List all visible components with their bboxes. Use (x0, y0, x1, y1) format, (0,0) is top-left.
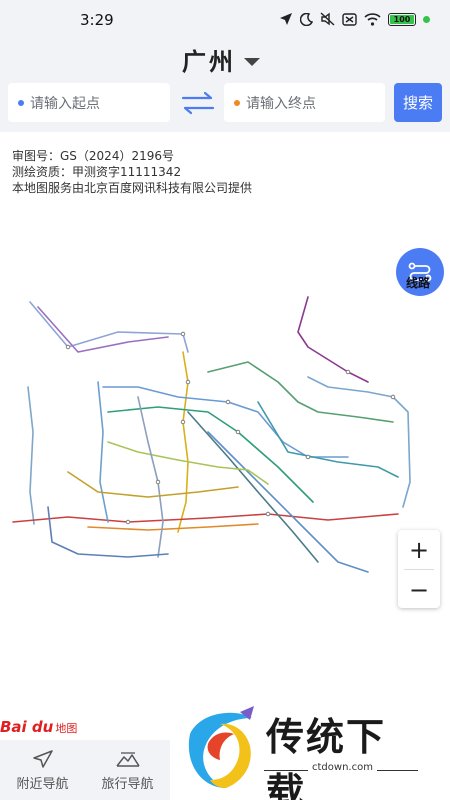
metro-line (102, 386, 349, 458)
zoom-in-button[interactable]: + (398, 530, 440, 569)
charging-dot-icon (423, 15, 430, 23)
baidu-map-text: 地图 (55, 722, 78, 735)
battery-icon: 100 (388, 12, 416, 26)
route-label: 线路 (406, 276, 431, 290)
end-dot-icon (234, 99, 240, 106)
metro-station (345, 369, 351, 375)
metro-line (107, 406, 314, 503)
city-selector[interactable]: 广州 (182, 42, 260, 77)
surveying-qualification: 测绘资质：甲测资字11111342 (12, 165, 182, 179)
zoom-control: + − (398, 530, 440, 608)
watermark-title: 传统下载 (266, 715, 387, 800)
watermark-logo-icon (188, 706, 254, 788)
metro-station (305, 454, 311, 460)
metro-station (185, 379, 191, 385)
map-approval-info: 审图号：GS（2024）2196号 测绘资质：甲测资字11111342 本地图服… (12, 148, 252, 196)
mountain-icon (115, 751, 140, 767)
metro-line (297, 296, 369, 383)
metro-line (29, 301, 189, 353)
metro-line (12, 513, 399, 523)
metro-station (265, 511, 271, 517)
swap-arrows-icon[interactable] (181, 90, 215, 116)
metro-line (207, 431, 369, 573)
metro-station (65, 344, 71, 350)
metro-line (97, 381, 109, 523)
nav-nearby[interactable]: 附近导航 (0, 740, 85, 800)
zoom-out-button[interactable]: − (398, 570, 440, 609)
city-name: 广州 (182, 48, 236, 76)
battery-level: 100 (393, 14, 411, 24)
baidu-brand-text: Bai du (0, 718, 54, 736)
status-icons: 100 (279, 12, 430, 26)
search-button[interactable]: 搜索 (394, 83, 442, 122)
wifi-icon (364, 12, 381, 26)
start-dot-icon (18, 99, 24, 106)
metro-station (225, 399, 231, 405)
baidu-logo: Bai du 地图 (0, 718, 77, 736)
metro-station (390, 394, 396, 400)
header: 广州 请输入起点 请输入终点 搜索 (0, 40, 450, 132)
nav-nearby-label: 附近导航 (16, 776, 69, 792)
start-input[interactable]: 请输入起点 (8, 83, 170, 122)
metro-map[interactable] (8, 292, 418, 592)
start-placeholder: 请输入起点 (30, 95, 100, 112)
bottom-nav: 附近导航 旅行导航 (0, 740, 170, 800)
watermark-url: ctdown.com (308, 762, 377, 773)
watermark: 传统下载 ctdown.com (180, 704, 425, 800)
metro-station (180, 419, 186, 425)
caret-down-icon (244, 57, 260, 66)
send-arrow-icon (32, 749, 53, 768)
metro-station (180, 331, 186, 337)
nav-travel[interactable]: 旅行导航 (85, 740, 170, 800)
metro-line (87, 523, 259, 531)
metro-line (177, 351, 189, 533)
metro-line (37, 306, 169, 353)
metro-line (137, 396, 164, 558)
map-provider-notice: 本地图服务由北京百度网讯科技有限公司提供 (12, 181, 253, 195)
metro-line (47, 506, 169, 558)
metro-station (155, 479, 161, 485)
metro-station (125, 519, 131, 525)
approval-number: 审图号：GS（2024）2196号 (12, 149, 174, 163)
metro-line (27, 386, 35, 525)
no-sim-icon (342, 12, 357, 26)
location-arrow-icon (280, 13, 292, 25)
moon-icon (300, 12, 313, 26)
end-placeholder: 请输入终点 (246, 95, 316, 112)
status-time: 3:29 (80, 11, 114, 29)
status-bar: 3:29 100 (0, 0, 450, 40)
mute-icon (320, 12, 335, 26)
metro-line (67, 471, 239, 498)
end-input[interactable]: 请输入终点 (224, 83, 385, 122)
metro-station (235, 429, 241, 435)
nav-travel-label: 旅行导航 (101, 776, 154, 792)
